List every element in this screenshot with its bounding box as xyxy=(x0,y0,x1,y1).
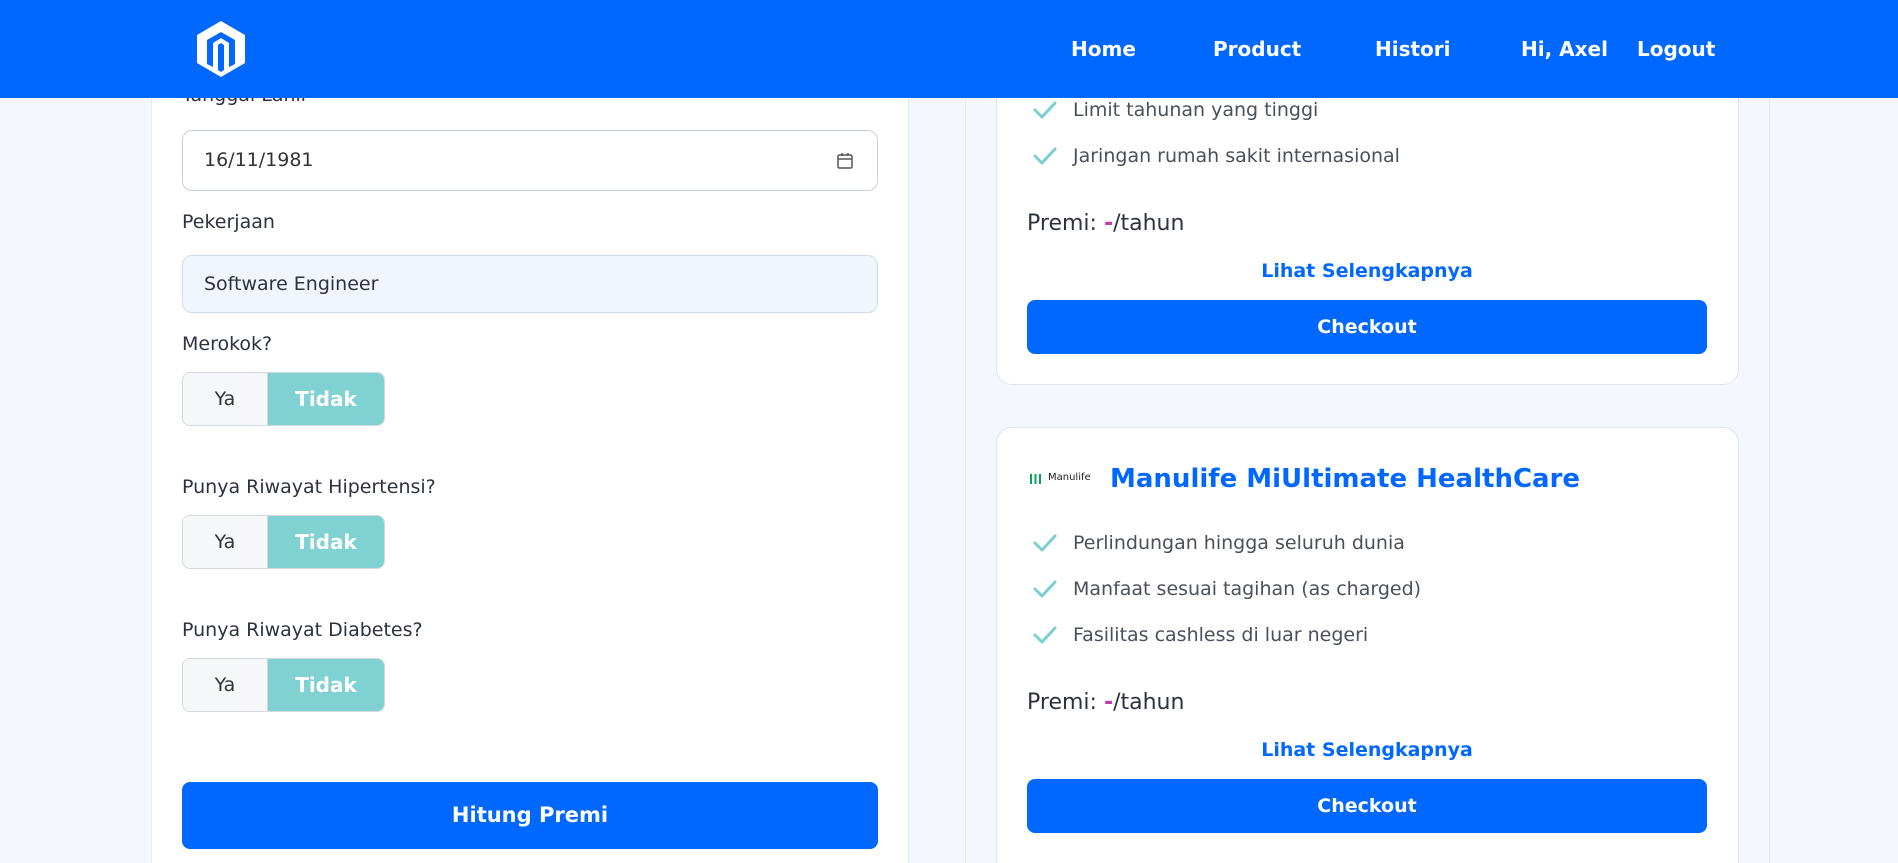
checkout-button[interactable]: Checkout xyxy=(1027,779,1707,833)
feature-text: Manfaat sesuai tagihan (as charged) xyxy=(1073,578,1422,600)
product-title: Manulife MiUltimate HealthCare xyxy=(1110,464,1581,494)
calendar-icon[interactable] xyxy=(837,152,853,169)
logout-link[interactable]: Logout xyxy=(1637,0,1715,98)
premium-suffix: /tahun xyxy=(1113,690,1185,715)
feature-text: Jaringan rumah sakit internasional xyxy=(1073,145,1400,167)
premium-label: Premi: xyxy=(1027,690,1104,715)
job-input[interactable]: Software Engineer xyxy=(182,255,878,313)
check-icon xyxy=(1033,534,1057,552)
smoking-no-option[interactable]: Tidak xyxy=(268,373,384,425)
job-value: Software Engineer xyxy=(204,273,379,295)
premium-text: Premi: -/tahun xyxy=(1027,211,1184,236)
top-navbar: Home Product Histori Hi, Axel Logout xyxy=(0,0,1898,98)
diabetes-no-option[interactable]: Tidak xyxy=(268,659,384,711)
feature-text: Perlindungan hingga seluruh dunia xyxy=(1073,532,1405,554)
nav-home-link[interactable]: Home xyxy=(1071,0,1136,98)
smoking-toggle: Ya Tidak xyxy=(182,372,385,426)
hypertension-yes-option[interactable]: Ya xyxy=(183,516,268,568)
manulife-logo-text: Manulife xyxy=(1048,472,1091,483)
user-greeting: Hi, Axel xyxy=(1521,37,1608,61)
diabetes-yes-option[interactable]: Ya xyxy=(183,659,268,711)
hypertension-toggle: Ya Tidak xyxy=(182,515,385,569)
hypertension-no-option[interactable]: Tidak xyxy=(268,516,384,568)
manulife-logo: Manulife xyxy=(1030,471,1091,489)
check-icon xyxy=(1033,580,1057,598)
check-icon xyxy=(1033,147,1057,165)
checkout-button[interactable]: Checkout xyxy=(1027,300,1707,354)
smoking-label: Merokok? xyxy=(182,333,273,355)
premium-suffix: /tahun xyxy=(1113,211,1185,236)
premium-label: Premi: xyxy=(1027,211,1104,236)
see-more-link[interactable]: Lihat Selengkapnya xyxy=(1027,739,1707,761)
manulife-logo-icon xyxy=(1030,474,1041,484)
check-icon xyxy=(1033,626,1057,644)
birthdate-value: 16/11/1981 xyxy=(204,149,314,171)
nav-histori-link[interactable]: Histori xyxy=(1375,0,1451,98)
premium-value: - xyxy=(1103,211,1114,236)
feature-text: Limit tahunan yang tinggi xyxy=(1073,99,1319,121)
hypertension-label: Punya Riwayat Hipertensi? xyxy=(182,476,436,498)
brand-logo-icon[interactable] xyxy=(194,19,248,79)
calculate-premium-button[interactable]: Hitung Premi xyxy=(182,782,878,849)
check-icon xyxy=(1033,101,1057,119)
diabetes-toggle: Ya Tidak xyxy=(182,658,385,712)
feature-text: Fasilitas cashless di luar negeri xyxy=(1073,624,1369,646)
premium-value: - xyxy=(1103,690,1114,715)
see-more-link[interactable]: Lihat Selengkapnya xyxy=(1027,260,1707,282)
premium-text: Premi: -/tahun xyxy=(1027,690,1184,715)
job-label: Pekerjaan xyxy=(182,211,275,233)
smoking-yes-option[interactable]: Ya xyxy=(183,373,268,425)
diabetes-label: Punya Riwayat Diabetes? xyxy=(182,619,423,641)
birthdate-input[interactable]: 16/11/1981 xyxy=(182,130,878,191)
nav-product-link[interactable]: Product xyxy=(1213,0,1301,98)
calculator-form-panel xyxy=(151,80,909,863)
